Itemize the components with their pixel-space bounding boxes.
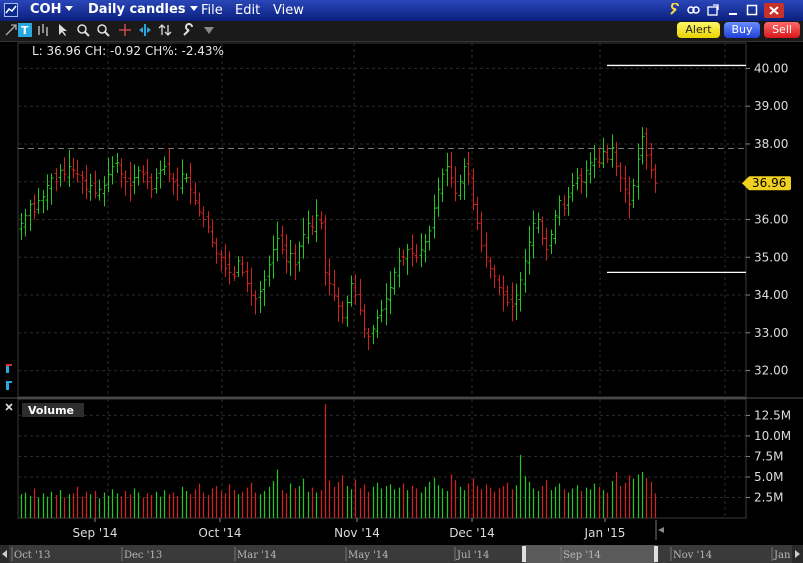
symbol-label: COH [30,2,62,17]
date-axis: Sep '14 Oct '14 Nov '14 Dec '14 Jan '15 [73,518,664,540]
chart-toolbar: T Alert Buy Sell [0,21,803,42]
volume-tick-label: 5.0M [754,470,783,484]
menu-file[interactable]: File [201,3,223,18]
volume-tick-label: 10.0M [754,429,791,443]
zoom-out-icon[interactable] [96,23,110,37]
price-bars [19,127,658,350]
close-panel-icon[interactable] [5,403,13,411]
volume-bars [20,403,657,518]
navigator-label: Nov '14 [673,550,712,561]
price-tick-label: 33.00 [754,326,788,340]
navigator-handle-right[interactable] [654,546,658,562]
volume-tick-label: 12.5M [754,408,791,422]
bar-style-icon[interactable] [36,23,50,37]
price-tick-label: 34.00 [754,288,788,302]
text-icon[interactable]: T [18,23,32,37]
navigator-handle-left[interactable] [522,546,526,562]
sell-button[interactable]: Sell [764,22,800,38]
navigator-label: Jul '14 [456,550,489,561]
chevron-down-icon [189,6,198,11]
left-marker-icon [6,364,12,390]
volume-axis: 12.5M 10.0M 7.5M 5.0M 2.5M [746,408,791,504]
close-icon[interactable] [764,3,784,18]
detach-icon[interactable] [706,3,720,17]
price-axis: 40.0039.0038.0037.0036.0035.0034.0033.00… [742,61,788,378]
price-readout: L: 36.96 CH: -0.92 CH%: -2.43% [32,44,224,58]
volume-tick-label: 2.5M [754,490,783,504]
volume-tick-label: 7.5M [754,449,783,463]
chart-grid [0,42,803,519]
scroll-right-icon[interactable] [658,527,664,533]
arrows-icon[interactable] [158,23,172,37]
price-tick-label: 36.00 [754,213,788,227]
crosshair-icon[interactable] [118,23,132,37]
maximize-icon[interactable] [745,3,759,17]
price-tick-label: 38.00 [754,137,788,151]
price-tick-label: 39.00 [754,99,788,113]
cursor-icon[interactable] [56,23,70,37]
minimize-icon[interactable] [726,3,740,17]
volume-panel-label: Volume [28,404,74,417]
title-bar: COH Daily candles File Edit View [0,0,803,22]
navigator-label: Sep '14 [563,550,601,561]
price-tick-label: 32.00 [754,364,788,378]
expand-icon[interactable] [4,23,18,37]
link-icon[interactable] [686,3,700,17]
date-tick-label: Oct '14 [198,526,241,540]
svg-text:T: T [21,24,29,37]
menu-view[interactable]: View [273,3,304,18]
date-tick-label: Dec '14 [449,526,495,540]
split-icon[interactable] [138,23,152,37]
timeline-navigator[interactable]: Oct '13 Dec '13 Mar '14 May '14 Jul '14 Sep '… [0,545,803,563]
period-selector[interactable]: Daily candles [88,2,198,17]
price-tick-label: 40.00 [754,61,788,75]
dropdown-icon[interactable] [202,23,216,37]
navigator-label: Mar '14 [237,550,277,561]
navigator-label: May '14 [348,550,389,561]
navigator-label: Oct '13 [14,550,50,561]
zoom-in-icon[interactable] [76,23,90,37]
navigator-label: Dec '13 [124,550,162,561]
symbol-selector[interactable]: COH [30,2,74,17]
date-tick-label: Jan '15 [584,526,626,540]
last-price-tag-pointer [742,177,748,190]
buy-button[interactable]: Buy [724,22,760,38]
chart-window: COH Daily candles File Edit View T Alert… [0,0,803,563]
wrench-icon[interactable] [181,23,195,37]
date-tick-label: Nov '14 [334,526,380,540]
price-chart[interactable]: L: 36.96 CH: -0.92 CH%: -2.43% 40.00 39.0… [0,42,803,563]
last-price-label: 36.96 [752,176,786,190]
wrench-icon[interactable] [668,3,682,17]
menu-edit[interactable]: Edit [235,3,260,18]
app-logo-icon [4,3,18,17]
alert-button[interactable]: Alert [677,22,720,38]
date-tick-label: Sep '14 [73,526,118,540]
chevron-down-icon [65,6,74,11]
period-label: Daily candles [88,2,186,17]
price-tick-label: 35.00 [754,250,788,264]
